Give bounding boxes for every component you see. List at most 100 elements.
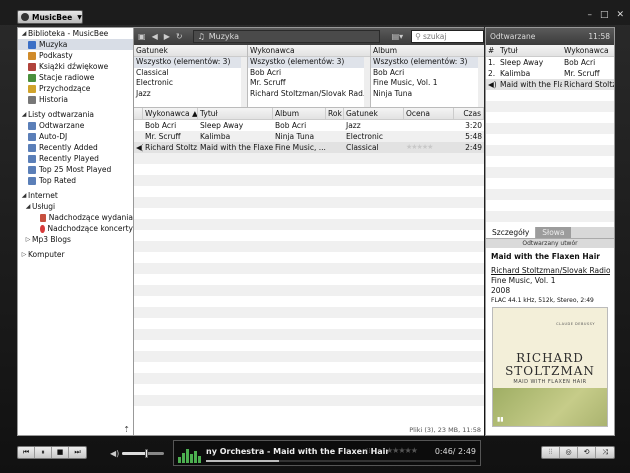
browser-scrollbar[interactable] [240, 57, 247, 107]
browser-scrollbar[interactable] [478, 57, 484, 107]
browser-item[interactable]: Wszystko (elementów: 3) [134, 57, 247, 68]
sidebar-item-service[interactable]: Nadchodzące koncerty [18, 223, 133, 234]
repeat-icon[interactable]: ⟲ [578, 447, 596, 458]
column-header[interactable]: Wykonawca ▲ [143, 108, 198, 119]
list-item[interactable]: 2. Kalimba Mr. Scruff [486, 68, 614, 79]
grip-icon[interactable]: ⁞⁞ [366, 447, 370, 455]
sidebar-item-playlist[interactable]: Top Rated [18, 175, 133, 186]
browser-item[interactable]: Richard Stoltzman/Slovak Rad... [248, 89, 370, 100]
collapse-triangle-icon[interactable]: ◢ [20, 190, 28, 201]
browser-item[interactable]: Bob Acri [248, 68, 370, 79]
column-header[interactable]: Rok [326, 108, 344, 119]
mp3-blogs-node[interactable]: ▷ Mp3 Blogs [18, 234, 133, 245]
playlists-header[interactable]: ◢ Listy odtwarzania [18, 109, 133, 120]
previous-track-icon[interactable]: ⏮ [18, 447, 35, 458]
search-input[interactable] [423, 32, 481, 41]
browser-header[interactable]: Gatunek [134, 45, 247, 57]
sidebar-item-playlist[interactable]: Odtwarzane [18, 120, 133, 131]
equalizer-icon[interactable]: ⫶⫶ [542, 447, 560, 458]
services-node[interactable]: ◢ Usługi [18, 201, 133, 212]
column-header[interactable]: Album [273, 108, 326, 119]
sidebar-item-playlist[interactable]: Recently Added [18, 142, 133, 153]
collapse-triangle-icon[interactable]: ◢ [20, 28, 28, 39]
browser-scrollbar[interactable] [364, 57, 371, 107]
browser-item[interactable]: Ninja Tuna [371, 89, 484, 100]
browser-item[interactable]: Electronic [134, 78, 247, 89]
volume-slider[interactable] [122, 449, 164, 458]
table-row[interactable]: ◀)Richard Stoltz...Maid with the Flaxe..… [134, 142, 484, 153]
internet-header[interactable]: ◢ Internet [18, 190, 133, 201]
stop-icon[interactable]: ■ [52, 447, 69, 458]
expand-triangle-icon[interactable]: ▷ [24, 234, 32, 245]
forward-arrow-icon[interactable]: ▶ [164, 32, 170, 41]
pause-icon[interactable]: ⏸ [35, 447, 52, 458]
browser-item[interactable]: Fine Music, Vol. 1 [371, 78, 484, 89]
sidebar-item-library[interactable]: Muzyka [18, 39, 133, 50]
upload-icon[interactable]: ⇡ [123, 425, 130, 434]
breadcrumb[interactable]: ♫ Muzyka [192, 30, 380, 43]
cell-genre: Classical [346, 143, 379, 152]
search-box[interactable]: ⚲ [411, 30, 484, 43]
table-row[interactable]: Bob Acri Sleep Away Bob Acri Jazz 3:20 [134, 120, 484, 131]
refresh-icon[interactable]: ↻ [176, 32, 183, 41]
shuffle-icon[interactable]: ⤨ [596, 447, 614, 458]
view-layout-icon[interactable]: ▤▾ [392, 32, 404, 41]
computer-node[interactable]: ▷ Komputer [18, 249, 133, 260]
column-header[interactable]: Tytuł [498, 45, 562, 56]
column-header-status[interactable] [134, 108, 143, 119]
column-header[interactable]: # [486, 45, 498, 56]
browser-header[interactable]: Wykonawca [247, 45, 371, 57]
collapse-triangle-icon[interactable]: ◢ [20, 109, 28, 120]
empty-row [134, 351, 484, 362]
list-item[interactable]: ◀) 3.Maid with the Fla...Richard Stoltz.… [486, 79, 614, 90]
folder-icon[interactable]: ▣ [138, 32, 146, 41]
sidebar-item-label: Przychodzące [39, 84, 91, 93]
expand-triangle-icon[interactable]: ▷ [20, 249, 28, 260]
browser-item[interactable]: Wszystko (elementów: 3) [371, 57, 484, 68]
track-artist-link[interactable]: Richard Stoltzman/Slovak Radio Sym... [491, 266, 610, 276]
empty-row [486, 112, 614, 123]
sidebar-item-library[interactable]: Stacje radiowe [18, 72, 133, 83]
close-icon[interactable]: ✕ [616, 10, 624, 20]
column-header[interactable]: Tytuł [198, 108, 273, 119]
column-header[interactable]: Czas [454, 108, 484, 119]
browser-item[interactable]: Bob Acri [371, 68, 484, 79]
browser-item[interactable]: Wszystko (elementów: 3) [247, 57, 371, 68]
volume-icon[interactable]: ◀) [110, 449, 119, 458]
tab-details[interactable]: Szczegóły [486, 227, 537, 238]
browser-item[interactable]: Jazz [134, 89, 247, 100]
minimize-icon[interactable]: – [587, 10, 592, 20]
sidebar-item-library[interactable]: Przychodzące [18, 83, 133, 94]
collapse-triangle-icon[interactable]: ◢ [24, 201, 32, 212]
column-header[interactable]: Gatunek [344, 108, 404, 119]
scrobble-icon[interactable]: ◎ [560, 447, 578, 458]
sidebar-item-playlist[interactable]: Top 25 Most Played [18, 164, 133, 175]
sidebar-item-library[interactable]: Podkasty [18, 50, 133, 61]
sidebar-item-playlist[interactable]: Recently Played [18, 153, 133, 164]
browser-item[interactable]: Classical [134, 68, 247, 79]
back-arrow-icon[interactable]: ◀ [152, 32, 158, 41]
next-track-icon[interactable]: ⏭ [69, 447, 86, 458]
volume-slider-handle[interactable] [145, 449, 149, 458]
tab-lyrics[interactable]: Słowa [536, 227, 571, 238]
empty-row [486, 156, 614, 167]
column-header[interactable]: Ocena [404, 108, 454, 119]
column-header[interactable]: Wykonawca [562, 45, 614, 56]
app-menu-label: MusicBee [32, 12, 73, 22]
cell-title: Sleep Away [200, 121, 244, 130]
rating-stars[interactable]: ★★★★★ [386, 446, 418, 455]
sidebar-item-library[interactable]: Książki dźwiękowe [18, 61, 133, 72]
playlist-icon [28, 143, 36, 152]
sidebar-item-service[interactable]: Nadchodzące wydania [18, 212, 133, 223]
app-menu-button[interactable]: MusicBee ▼ [17, 10, 83, 24]
sidebar-item-playlist[interactable]: Auto-DJ [18, 131, 133, 142]
maximize-icon[interactable]: □ [600, 10, 609, 20]
browser-header[interactable]: Album [371, 45, 484, 57]
list-item[interactable]: 1. Sleep Away Bob Acri [486, 57, 614, 68]
table-row[interactable]: Mr. Scruff Kalimba Ninja Tuna Electronic 5:4… [134, 131, 484, 142]
library-header[interactable]: ◢ Biblioteka - MusicBee [18, 28, 133, 39]
browser-item[interactable]: Mr. Scruff [248, 78, 370, 89]
now-playing-list-header: # Tytuł Wykonawca [486, 45, 614, 57]
sidebar-item-library[interactable]: Historia [18, 94, 133, 105]
seek-bar[interactable] [206, 460, 476, 462]
